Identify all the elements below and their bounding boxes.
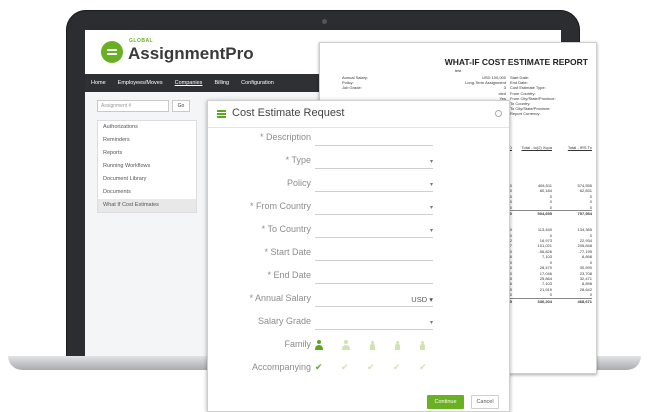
type-select[interactable]: ▾ xyxy=(315,155,433,169)
from-country-label: * From Country xyxy=(249,201,311,211)
form-row-policy: Policy ▾ xyxy=(208,178,509,192)
child-icon[interactable] xyxy=(419,340,425,350)
form-row-end-date: * End Date xyxy=(208,270,509,284)
report-title: WHAT-IF COST ESTIMATE REPORT xyxy=(444,57,588,67)
logo-icon xyxy=(101,41,123,63)
chevron-down-icon: ▾ xyxy=(429,205,433,211)
description-label: * Description xyxy=(259,132,311,142)
chevron-down-icon: ▾ xyxy=(429,159,433,165)
form-row-to-country: * To Country ▾ xyxy=(208,224,509,238)
check-icon[interactable]: ✔ xyxy=(393,363,402,372)
sidebar-item-reports[interactable]: Reports xyxy=(98,147,196,160)
salary-grade-select[interactable]: ▾ xyxy=(315,316,433,330)
accompanying-label: Accompanying xyxy=(251,362,311,372)
end-date-label: * End Date xyxy=(267,270,311,280)
currency-value: USD xyxy=(411,295,428,304)
form-row-accompanying: Accompanying ✔ ✔ ✔ ✔ ✔ xyxy=(208,362,509,376)
report-col-header-irs: Total - IRS Tx xyxy=(567,145,592,150)
report-cell: 336,204 xyxy=(512,297,552,304)
sidebar-item-authorizations[interactable]: Authorizations xyxy=(98,121,196,134)
report-label: Job Grade: xyxy=(342,85,362,91)
list-icon xyxy=(217,110,226,118)
start-date-input[interactable] xyxy=(315,247,433,261)
end-date-input[interactable] xyxy=(315,270,433,284)
to-country-label: * To Country xyxy=(261,224,311,234)
employee-icon[interactable] xyxy=(315,340,323,350)
spouse-icon[interactable] xyxy=(342,340,350,350)
chevron-down-icon: ▾ xyxy=(429,228,433,234)
check-icon[interactable]: ✔ xyxy=(419,363,428,372)
chevron-down-icon: ▾ xyxy=(429,320,433,326)
description-input[interactable] xyxy=(315,132,433,146)
nav-companies[interactable]: Companies xyxy=(169,80,209,86)
family-label: Family xyxy=(284,339,312,349)
assignment-search-input[interactable]: Assignment # xyxy=(97,100,169,112)
report-column-irs: 574,555 62,831 0 0 0 757,954 134,365 0 22,934 20… xyxy=(552,183,592,304)
report-cell: 468,671 xyxy=(552,297,592,304)
policy-label: Policy xyxy=(286,178,311,188)
form-row-type: * Type ▾ xyxy=(208,155,509,169)
report-subtitle: test xyxy=(454,68,462,73)
sidebar-item-documents[interactable]: Documents xyxy=(98,186,196,199)
sidebar-item-running-workflows[interactable]: Running Workflows xyxy=(98,160,196,173)
modal-header: Cost Estimate Request xyxy=(208,101,509,128)
policy-select[interactable]: ▾ xyxy=(315,178,433,192)
cancel-button[interactable]: Cancel xyxy=(471,395,499,409)
form-row-salary-grade: Salary Grade ▾ xyxy=(208,316,509,330)
nav-employees-moves[interactable]: Employees/Moves xyxy=(112,80,169,86)
chevron-down-icon: ▾ xyxy=(429,182,433,188)
annual-salary-input[interactable]: USD ▾ xyxy=(315,293,433,307)
form-row-family: Family xyxy=(208,339,509,353)
nav-billing[interactable]: Billing xyxy=(208,80,235,86)
continue-button[interactable]: Continue xyxy=(427,395,464,409)
webcam xyxy=(322,19,327,24)
report-label: Report Currency: xyxy=(510,111,541,117)
form-row-start-date: * Start Date xyxy=(208,247,509,261)
nav-home[interactable]: Home xyxy=(85,80,112,86)
sidebar-item-reminders[interactable]: Reminders xyxy=(98,134,196,147)
nav-configuration[interactable]: Configuration xyxy=(235,80,280,86)
cost-estimate-request-modal: Cost Estimate Request * Description * Ty… xyxy=(207,100,510,412)
form-row-description: * Description xyxy=(208,132,509,146)
salary-grade-label: Salary Grade xyxy=(257,316,311,326)
sidebar-item-what-if-cost-estimates[interactable]: What If Cost Estimates xyxy=(98,199,196,212)
report-left-labels: Annual Salary: Policy: Job Grade: xyxy=(342,75,368,91)
check-icon[interactable]: ✔ xyxy=(367,363,376,372)
currency-select[interactable]: USD ▾ xyxy=(411,295,433,304)
sidebar-item-document-library[interactable]: Document Library xyxy=(98,173,196,186)
sidebar-menu: Authorizations Reminders Reports Running… xyxy=(97,120,197,213)
report-column-xcpa: 408,511 80,184 0 0 0 504,695 113,440 0 16,973 10… xyxy=(512,183,552,304)
type-label: * Type xyxy=(285,155,311,165)
go-button[interactable]: Go xyxy=(172,100,190,112)
child-icon[interactable] xyxy=(394,340,400,350)
annual-salary-label: * Annual Salary xyxy=(249,293,311,303)
start-date-label: * Start Date xyxy=(264,247,311,257)
form-row-annual-salary: * Annual Salary USD ▾ xyxy=(208,293,509,307)
modal-title: Cost Estimate Request xyxy=(232,107,345,119)
app-logo[interactable]: AssignmentPro xyxy=(128,44,254,64)
close-icon[interactable] xyxy=(495,110,502,117)
check-icon[interactable]: ✔ xyxy=(315,363,324,372)
to-country-select[interactable]: ▾ xyxy=(315,224,433,238)
report-col-header-xcpa: Total - to(2) Xcpa xyxy=(521,145,552,150)
form-row-from-country: * From Country ▾ xyxy=(208,201,509,215)
from-country-select[interactable]: ▾ xyxy=(315,201,433,215)
sidebar: Assignment # Go Authorizations Reminders… xyxy=(97,100,197,213)
child-icon[interactable] xyxy=(369,340,375,350)
check-icon[interactable]: ✔ xyxy=(341,363,350,372)
report-right-labels: Start Date: End Date: Cost Estimate Type… xyxy=(510,75,556,117)
